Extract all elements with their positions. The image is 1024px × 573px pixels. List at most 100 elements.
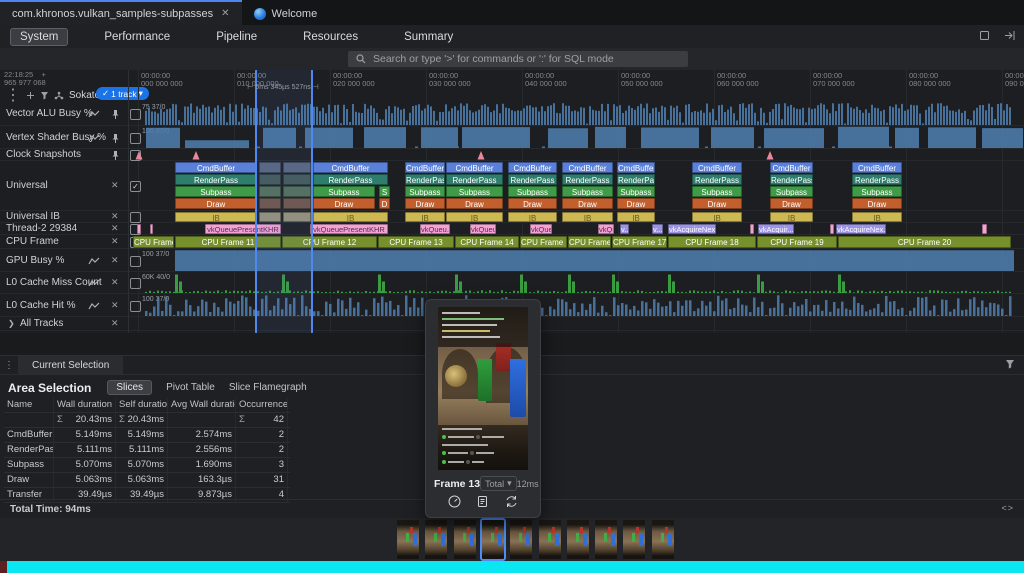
menu-item-summary[interactable]: Summary xyxy=(394,28,463,46)
close-track-icon[interactable]: ✕ xyxy=(111,211,119,222)
frame-thumbnail[interactable] xyxy=(482,520,504,559)
slice-renderpass[interactable]: RenderPass xyxy=(770,174,813,185)
view-slices[interactable]: Slices xyxy=(107,380,152,395)
slice-ib[interactable]: IB xyxy=(175,212,257,222)
menu-item-pipeline[interactable]: Pipeline xyxy=(206,28,267,46)
slice-cpu-frame[interactable]: CPU Frame 16 xyxy=(568,236,611,248)
selection-end-handle[interactable] xyxy=(311,70,313,333)
close-icon[interactable]: ✕ xyxy=(221,8,229,19)
track-checkbox[interactable] xyxy=(130,212,141,223)
counter-track-miss[interactable] xyxy=(0,272,1024,294)
slice-draw[interactable]: Draw xyxy=(175,198,257,209)
slice-cpu-frame[interactable]: CPU Frame 19 xyxy=(757,236,837,248)
slice-draw[interactable]: Draw xyxy=(446,198,503,209)
track-checkbox[interactable]: ✓ xyxy=(130,181,141,192)
table-row[interactable]: Subpass5.070ms5.070ms1.690ms3 xyxy=(4,458,290,473)
zoom-fit-icon[interactable] xyxy=(26,91,35,100)
close-track-icon[interactable]: ✕ xyxy=(111,318,119,329)
slice-draw[interactable]: Draw xyxy=(313,198,375,209)
slice-cmdbuffer[interactable]: CmdBuffer xyxy=(508,162,557,173)
slice-subpass[interactable]: Subpass xyxy=(175,186,257,197)
slice-s[interactable]: S xyxy=(379,186,390,197)
track-count-pill[interactable]: ✓ 1 track ▾ xyxy=(96,87,149,100)
slice-cmdbuffer[interactable]: CmdBuffer xyxy=(617,162,655,173)
replay-icon[interactable] xyxy=(504,494,519,509)
slice-vkqueuepresent[interactable] xyxy=(830,224,834,234)
slice-vkqueuepresent[interactable] xyxy=(750,224,754,234)
slice-vkqueuepresent[interactable] xyxy=(150,224,153,234)
slice-draw[interactable]: Draw xyxy=(508,198,557,209)
slice-cmdbuffer[interactable]: CmdBuffer xyxy=(770,162,813,173)
slice-subpass[interactable]: Subpass xyxy=(617,186,655,197)
slice-cpu-frame[interactable]: CPU Frame … xyxy=(133,236,174,248)
frame-thumbnail[interactable] xyxy=(539,520,561,559)
close-track-icon[interactable]: ✕ xyxy=(111,223,119,234)
close-track-icon[interactable]: ✕ xyxy=(111,180,119,191)
slice-vkqueuepresent[interactable]: vkQueu... xyxy=(420,224,450,234)
selection-start-handle[interactable] xyxy=(255,70,257,333)
slice-subpass[interactable]: Subpass xyxy=(852,186,902,197)
slice-subpass[interactable]: Subpass xyxy=(446,186,503,197)
slice-ib[interactable]: IB xyxy=(770,212,813,222)
slice-ib[interactable]: IB xyxy=(313,212,388,222)
frame-thumbnail[interactable] xyxy=(567,520,589,559)
close-track-icon[interactable]: ✕ xyxy=(111,236,119,247)
slice-ib[interactable]: IB xyxy=(446,212,503,222)
slice-renderpass[interactable]: RenderPass xyxy=(852,174,902,185)
slice-renderpass[interactable]: RenderPass xyxy=(313,174,388,185)
slice-vkacquirenext[interactable]: vkAcquireNex... xyxy=(836,224,886,234)
tab-trace[interactable]: com.khronos.vulkan_samples-subpasses ✕ xyxy=(0,0,242,25)
slice-cmdbuffer[interactable]: CmdBuffer xyxy=(852,162,902,173)
frame-thumbnail[interactable] xyxy=(595,520,617,559)
slice-subpass[interactable]: Subpass xyxy=(562,186,613,197)
slice-ib[interactable]: IB xyxy=(852,212,902,222)
slice-cpu-frame[interactable]: CPU Frame 14 xyxy=(455,236,519,248)
menu-item-system[interactable]: System xyxy=(10,28,68,46)
slice-vkacquirenext[interactable]: v... xyxy=(652,224,663,234)
slice-vkqueuepresent[interactable] xyxy=(982,224,987,234)
slice-vkqueuepresent[interactable]: vkQu... xyxy=(598,224,614,234)
table-header-row[interactable]: Name Wall duration ↓ Self duration Avg W… xyxy=(4,398,290,413)
slice-ib[interactable]: IB xyxy=(562,212,613,222)
slice-cpu-frame[interactable]: CPU Frame 17 xyxy=(612,236,667,248)
slice-renderpass[interactable]: RenderPass xyxy=(405,174,445,185)
timeline[interactable]: 22:18:25 + 965 977 068 ⋮ Sokatoa ✓ 1 tra… xyxy=(0,70,1024,333)
gauge-icon[interactable] xyxy=(447,494,462,509)
duration-mode-select[interactable]: Total ▾ xyxy=(480,476,517,491)
slice-ib[interactable]: IB xyxy=(617,212,655,222)
slice-draw[interactable]: Draw xyxy=(562,198,613,209)
slice-draw[interactable]: Draw xyxy=(617,198,655,209)
frame-thumbnail[interactable] xyxy=(510,520,532,559)
menu-item-resources[interactable]: Resources xyxy=(293,28,368,46)
slice-ib[interactable]: IB xyxy=(405,212,445,222)
slice-vkqueuepresent[interactable]: vkQueu... xyxy=(470,224,496,234)
slice-draw[interactable]: Draw xyxy=(852,198,902,209)
view-slice-flamegraph[interactable]: Slice Flamegraph xyxy=(229,382,307,393)
slice-vkqueuepresent[interactable]: vkQue... xyxy=(530,224,552,234)
frame-thumbnail[interactable] xyxy=(425,520,447,559)
frame-preview-image[interactable] xyxy=(438,307,528,470)
slice-vkacquirenext[interactable]: v... xyxy=(620,224,629,234)
slice-subpass[interactable]: Subpass xyxy=(770,186,813,197)
slice-subpass[interactable]: Subpass xyxy=(313,186,375,197)
frame-thumbnail[interactable] xyxy=(454,520,476,559)
filter-icon[interactable] xyxy=(40,91,49,100)
slice-cmdbuffer[interactable]: CmdBuffer xyxy=(692,162,742,173)
slice-cmdbuffer[interactable]: CmdBuffer xyxy=(313,162,388,173)
slice-renderpass[interactable]: RenderPass xyxy=(692,174,742,185)
tab-welcome[interactable]: Welcome xyxy=(242,0,330,25)
clock-snapshot-markers[interactable] xyxy=(0,149,1024,161)
slice-vkqueuepresent[interactable] xyxy=(137,224,141,234)
slice-renderpass[interactable]: RenderPass xyxy=(562,174,613,185)
area-selection-region[interactable] xyxy=(255,70,311,333)
frame-thumbnail[interactable] xyxy=(623,520,645,559)
frame-thumbnail[interactable] xyxy=(397,520,419,559)
tab-current-selection[interactable]: Current Selection xyxy=(18,356,123,374)
slice-cmdbuffer[interactable]: CmdBuffer xyxy=(175,162,257,173)
table-row[interactable]: CmdBuffer5.149ms5.149ms2.574ms2 xyxy=(4,428,290,443)
slice-cpu-frame[interactable]: CPU Frame 13 xyxy=(378,236,454,248)
slice-cmdbuffer[interactable]: CmdBuffer xyxy=(562,162,613,173)
menu-item-performance[interactable]: Performance xyxy=(94,28,180,46)
slice-subpass[interactable]: Subpass xyxy=(692,186,742,197)
dock-right-icon[interactable] xyxy=(1003,29,1016,42)
